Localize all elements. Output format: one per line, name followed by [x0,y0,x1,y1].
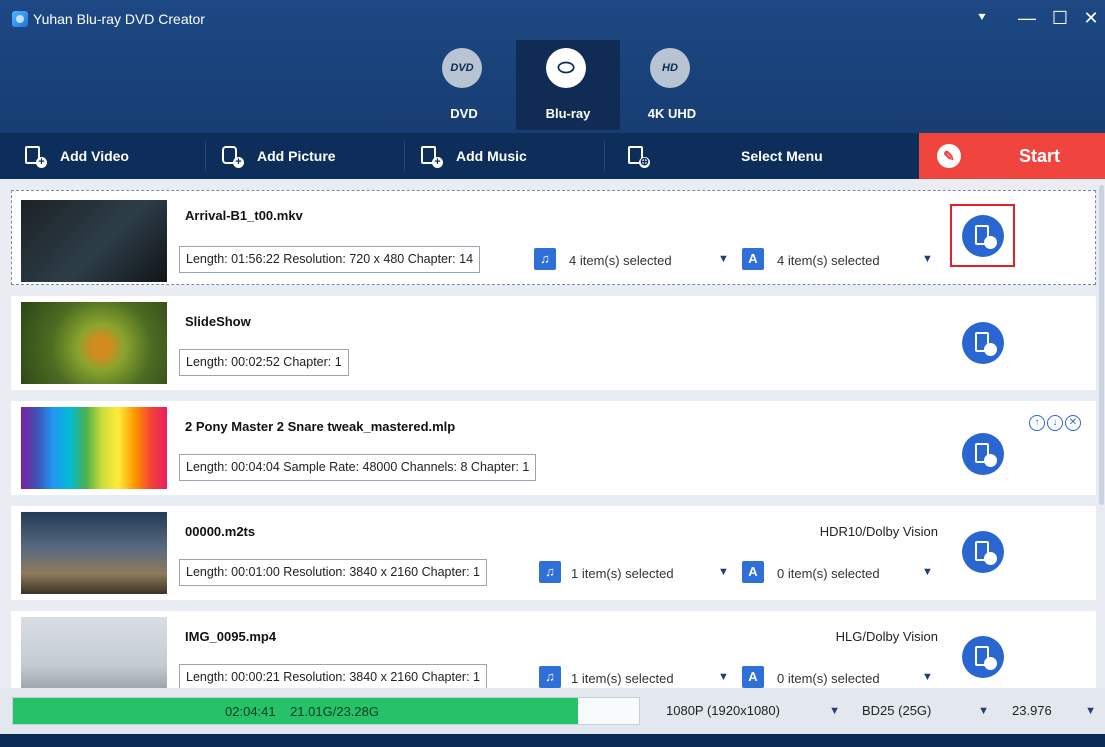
status-strip: 02:04:41 21.01G/23.28G 1080P (1920x1080)… [0,688,1105,734]
media-row[interactable]: 00000.m2ts HDR10/Dolby Vision Length: 00… [11,506,1096,600]
disc-mode-tabs: DVD DVD ⬭ Blu-ray HD 4K UHD [412,40,724,130]
start-button[interactable]: ✎ Start [919,133,1105,179]
chevron-down-icon[interactable]: ▼ [718,671,729,683]
framerate-select[interactable]: 23.976 ▼ [1012,697,1100,725]
audio-track-select[interactable]: 4 item(s) selected [569,253,672,268]
add-video-icon: + [24,145,47,168]
file-name: SlideShow [185,314,251,329]
subtitle-icon: A [742,248,764,270]
app-title: Yuhan Blu-ray DVD Creator [33,11,205,27]
chevron-down-icon: ▼ [829,705,840,717]
thumbnail [21,407,167,489]
edit-chapter-button[interactable] [962,215,1004,257]
audio-track-icon: ♫ [539,561,561,583]
file-info: Length: 00:02:52 Chapter: 1 [179,349,349,376]
file-info: Length: 00:04:04 Sample Rate: 48000 Chan… [179,454,537,481]
select-menu-label: Select Menu [741,148,823,164]
start-label: Start [1019,146,1061,166]
disc-capacity-bar: 02:04:41 21.01G/23.28G [12,697,640,725]
add-picture-icon: + [221,145,244,168]
add-music-button[interactable]: + Add Music [420,133,527,179]
audio-track-select[interactable]: 1 item(s) selected [571,566,674,581]
file-info: Length: 00:01:00 Resolution: 3840 x 2160… [179,559,487,586]
chevron-down-icon[interactable]: ▼ [718,253,729,265]
total-duration: 02:04:41 [225,704,276,719]
chevron-down-icon[interactable]: ▼ [922,253,933,265]
file-name: IMG_0095.mp4 [185,629,277,644]
media-row[interactable]: SlideShow Length: 00:02:52 Chapter: 1 [11,296,1096,390]
disc-type-value: BD25 (25G) [862,703,932,718]
audio-track-icon: ♫ [534,248,556,270]
subtitle-select[interactable]: 4 item(s) selected [777,253,880,268]
subtitle-select[interactable]: 0 item(s) selected [777,566,880,581]
subtitle-icon: A [742,666,764,688]
move-down-icon[interactable]: ↓ [1047,415,1063,431]
status-bar: 02:04:41 21.01G/23.28G 1080P (1920x1080)… [0,688,1105,747]
maximize-button[interactable]: ☐ [1046,5,1074,31]
hdr-format-label: HLG/Dolby Vision [835,629,938,644]
thumbnail [21,512,167,594]
tab-4k-uhd-label: 4K UHD [647,106,697,121]
file-info: Length: 00:00:21 Resolution: 3840 x 2160… [179,664,487,688]
add-picture-button[interactable]: + Add Picture [221,133,336,179]
framerate-value: 23.976 [1012,703,1052,718]
title-bar: Yuhan Blu-ray DVD Creator ⯆ — ☐ ✕ [0,0,1105,38]
add-video-button[interactable]: + Add Video [24,133,129,179]
chevron-down-icon: ▼ [1085,705,1096,717]
thumbnail [21,617,167,688]
file-name: 00000.m2ts [185,524,256,539]
media-row[interactable]: IMG_0095.mp4 HLG/Dolby Vision Length: 00… [11,611,1096,688]
close-button[interactable]: ✕ [1077,5,1105,31]
vertical-scrollbar[interactable] [1099,185,1104,505]
chevron-down-icon[interactable]: ▼ [922,566,933,578]
select-menu-button[interactable]: ⊕ Select Menu [627,133,823,179]
disc-capacity-text: 02:04:41 21.01G/23.28G [13,704,591,719]
thumbnail [21,302,167,384]
add-music-label: Add Music [456,148,527,164]
edit-chapter-button[interactable] [962,636,1004,678]
subtitle-select[interactable]: 0 item(s) selected [777,671,880,686]
add-video-label: Add Video [60,148,129,164]
chevron-down-icon[interactable]: ▼ [922,671,933,683]
thumbnail [21,200,167,282]
file-info: Length: 01:56:22 Resolution: 720 x 480 C… [179,246,481,273]
tab-dvd-label: DVD [450,106,478,121]
media-row[interactable]: 2 Pony Master 2 Snare tweak_mastered.mlp… [11,401,1096,495]
move-up-icon[interactable]: ↑ [1029,415,1045,431]
total-size: 21.01G/23.28G [290,704,379,719]
audio-track-select[interactable]: 1 item(s) selected [571,671,674,686]
edit-chapter-button[interactable] [962,531,1004,573]
tab-4k-uhd[interactable]: HD 4K UHD [620,40,724,130]
resolution-value: 1080P (1920x1080) [666,703,780,718]
media-list: Arrival-B1_t00.mkv Length: 01:56:22 Reso… [0,179,1105,688]
app-logo-icon [12,11,28,27]
add-music-icon: + [420,145,443,168]
media-row[interactable]: Arrival-B1_t00.mkv Length: 01:56:22 Reso… [11,190,1096,285]
edit-chapter-button[interactable] [962,322,1004,364]
minimize-button[interactable]: — [1013,5,1041,31]
file-name: 2 Pony Master 2 Snare tweak_mastered.mlp [185,419,456,434]
tab-bluray-label: Blu-ray [545,106,591,121]
bluray-icon: ⬭ [546,48,586,88]
disc-type-select[interactable]: BD25 (25G) ▼ [862,697,995,725]
tab-bluray[interactable]: ⬭ Blu-ray [516,40,620,130]
subtitle-icon: A [742,561,764,583]
select-menu-icon: ⊕ [627,145,650,168]
resolution-select[interactable]: 1080P (1920x1080) ▼ [666,697,846,725]
remove-icon[interactable]: ✕ [1065,415,1081,431]
hdr-format-label: HDR10/Dolby Vision [819,524,938,539]
menu-dropdown-icon[interactable]: ⯆ [968,5,996,31]
app-header: Yuhan Blu-ray DVD Creator ⯆ — ☐ ✕ DVD DV… [0,0,1105,133]
edit-chapter-button[interactable] [962,433,1004,475]
dvd-icon: DVD [442,48,482,88]
audio-track-icon: ♫ [539,666,561,688]
add-picture-label: Add Picture [257,148,336,164]
chevron-down-icon: ▼ [978,705,989,717]
4k-uhd-icon: HD [650,48,690,88]
start-icon: ✎ [937,144,961,168]
tab-dvd[interactable]: DVD DVD [412,40,516,130]
file-name: Arrival-B1_t00.mkv [185,208,303,223]
chevron-down-icon[interactable]: ▼ [718,566,729,578]
